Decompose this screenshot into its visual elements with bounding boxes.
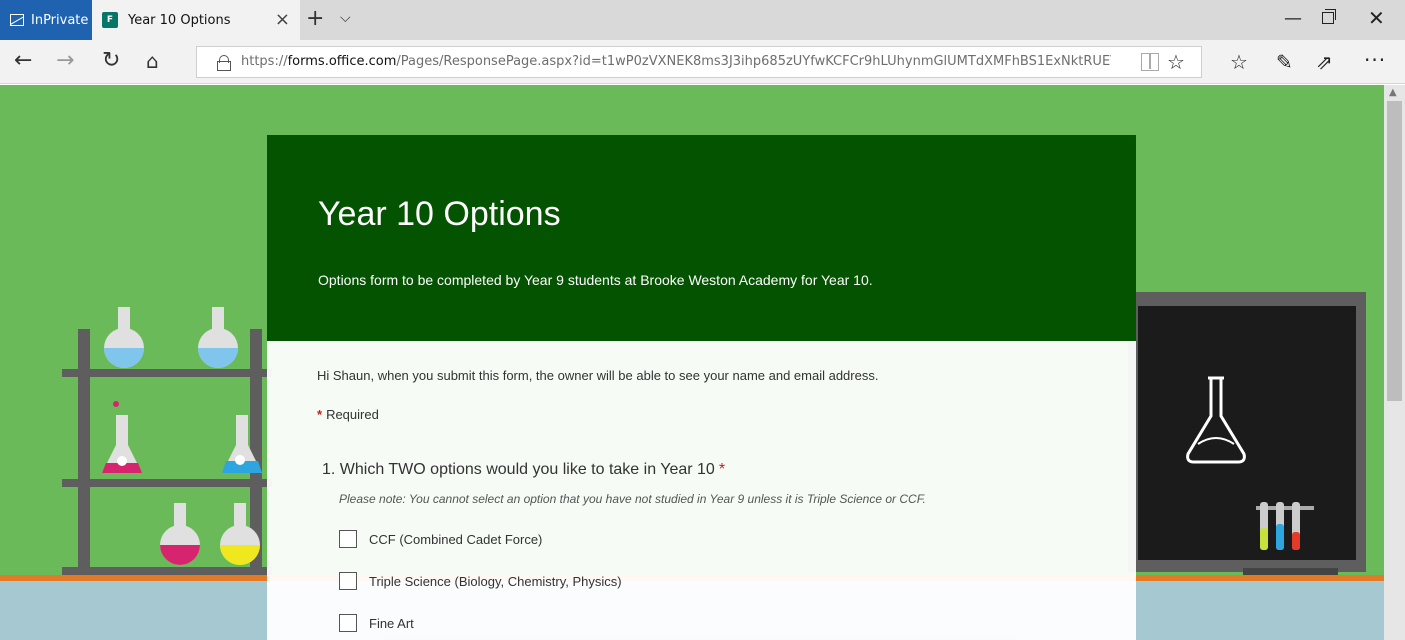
test-tubes-icon [1256, 502, 1314, 550]
scroll-thumb[interactable] [1387, 101, 1402, 401]
tab-title: Year 10 Options [128, 12, 231, 28]
scroll-up-icon[interactable]: ▲ [1389, 87, 1397, 98]
flask-illustrations [102, 307, 262, 565]
flask-icon [198, 307, 238, 368]
inprivate-label: InPrivate [31, 12, 89, 28]
required-legend: * Required [317, 407, 379, 422]
form-description: Options form to be completed by Year 9 s… [318, 272, 873, 288]
refresh-icon[interactable]: ↻ [102, 48, 120, 74]
new-tab-icon[interactable]: + [306, 6, 324, 31]
address-bar: ← → ↻ ⌂ https://forms.office.com/Pages/R… [0, 40, 1405, 84]
flask-icon [104, 307, 144, 368]
inprivate-icon [10, 14, 24, 26]
option-label: Triple Science (Biology, Chemistry, Phys… [369, 573, 622, 589]
close-tab-icon[interactable]: × [275, 9, 290, 30]
option-label: Fine Art [369, 615, 414, 631]
question-number: 1. [322, 461, 336, 478]
option-fine-art[interactable]: Fine Art [339, 614, 414, 632]
forward-arrow-icon[interactable]: → [56, 48, 74, 74]
form-title: Year 10 Options [318, 195, 561, 233]
option-triple-science[interactable]: Triple Science (Biology, Chemistry, Phys… [339, 572, 622, 590]
option-label: CCF (Combined Cadet Force) [369, 531, 543, 547]
window-close-icon[interactable]: ✕ [1368, 6, 1385, 30]
tab-year-10-options[interactable]: F Year 10 Options × [92, 0, 300, 40]
question-1: 1. Which TWO options would you like to t… [322, 461, 725, 479]
restore-icon[interactable] [1322, 9, 1336, 24]
url-text[interactable]: https://forms.office.com/Pages/ResponseP… [241, 54, 1111, 69]
tab-bar: InPrivate F Year 10 Options × + ⌵ — ✕ [0, 0, 1405, 40]
favorite-star-icon[interactable]: ☆ [1167, 50, 1185, 74]
blackboard-surface [1138, 306, 1356, 560]
question-text: Which TWO options would you like to take… [339, 461, 715, 478]
web-note-pen-icon[interactable]: ✎ [1276, 50, 1293, 74]
form-header: Year 10 Options Options form to be compl… [267, 135, 1136, 341]
blackboard [1128, 292, 1366, 572]
url-field[interactable]: https://forms.office.com/Pages/ResponseP… [196, 46, 1202, 78]
forms-app-icon: F [102, 12, 118, 28]
home-icon[interactable]: ⌂ [146, 48, 159, 74]
inprivate-badge: InPrivate [0, 0, 92, 40]
flask-icon [102, 401, 142, 473]
tab-menu-chevron-icon[interactable]: ⌵ [340, 10, 351, 26]
checkbox-ccf[interactable] [339, 530, 357, 548]
flask-icon [222, 415, 262, 473]
checkbox-triple-science[interactable] [339, 572, 357, 590]
required-label: Required [326, 407, 379, 422]
checkbox-fine-art[interactable] [339, 614, 357, 632]
minimize-icon[interactable]: — [1284, 8, 1302, 29]
flask-icon [160, 503, 200, 565]
required-star: * [317, 407, 323, 422]
favorites-list-icon[interactable]: ☆ [1230, 50, 1248, 74]
option-ccf[interactable]: CCF (Combined Cadet Force) [339, 530, 542, 548]
share-icon[interactable]: ⇗ [1316, 50, 1333, 74]
question-required-star: * [718, 461, 726, 478]
url-path: /Pages/ResponsePage.aspx?id=t1wP0zVXNEK8… [396, 54, 1111, 69]
lock-icon [217, 55, 231, 71]
identity-notice: Hi Shaun, when you submit this form, the… [317, 368, 879, 383]
back-arrow-icon[interactable]: ← [14, 48, 32, 74]
page-background: Year 10 Options Options form to be compl… [0, 85, 1384, 640]
flask-icon [220, 503, 260, 565]
url-prefix: https:// [241, 54, 288, 69]
reading-view-icon[interactable] [1141, 53, 1159, 71]
form-body: Hi Shaun, when you submit this form, the… [267, 341, 1136, 640]
url-host: forms.office.com [287, 54, 397, 69]
more-options-icon[interactable]: ··· [1364, 48, 1386, 72]
question-note: Please note: You cannot select an option… [339, 492, 926, 506]
page-scrollbar[interactable]: ▲ [1384, 85, 1405, 640]
